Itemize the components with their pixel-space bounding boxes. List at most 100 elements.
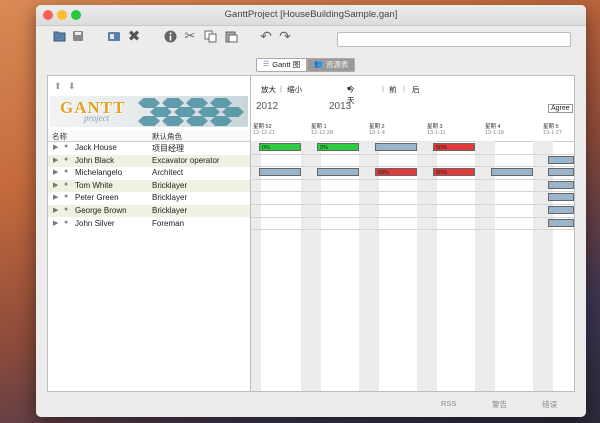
prev-button[interactable]: 前: [389, 84, 397, 95]
load-bar[interactable]: 0%: [317, 143, 359, 151]
load-bar[interactable]: [259, 168, 301, 177]
resource-chart-pane: 放大 | 缩小 今天 ▾ | 前 | 后 2012 2013 Agree 星期 …: [251, 76, 574, 391]
week-date: 12-12-21: [253, 130, 276, 136]
week-label: 星期 4: [485, 124, 501, 130]
resource-name: Jack House: [75, 143, 117, 152]
next-button[interactable]: 后: [412, 84, 420, 95]
main-frame: ⬆ ⬇ GANTT project 名称 默认角色 ▶ ● Jack House…: [47, 75, 575, 392]
redo-icon[interactable]: ↷: [278, 28, 292, 44]
week-label: 星期 3: [427, 124, 443, 130]
table-row[interactable]: ▶ ● John Black Excavator operator: [48, 154, 250, 167]
resource-name: Tom White: [75, 180, 113, 190]
table-row[interactable]: ▶ ● John Silver Foreman: [48, 218, 250, 230]
row-divider: [251, 178, 574, 180]
load-bar[interactable]: [375, 143, 417, 151]
row-divider: [251, 191, 574, 193]
bullet-icon: ●: [64, 218, 69, 226]
year-label-2012: 2012: [256, 101, 279, 112]
resource-name: George Brown: [75, 206, 127, 215]
resources-tab-icon: 👥: [314, 61, 323, 68]
load-bar[interactable]: 50%: [433, 168, 475, 177]
week-date: 13-1-18: [485, 130, 504, 136]
load-bar[interactable]: [548, 193, 574, 202]
bullet-icon: ●: [64, 168, 69, 176]
table-row[interactable]: ▶ ● Michelangelo Architect: [48, 167, 250, 179]
load-bar[interactable]: [548, 206, 574, 214]
move-down-icon[interactable]: ⬇: [68, 81, 76, 92]
expand-icon[interactable]: ▶: [53, 143, 58, 151]
errors-link[interactable]: 错误: [542, 399, 557, 410]
rss-link[interactable]: RSS: [441, 399, 456, 408]
load-bar[interactable]: [548, 218, 574, 227]
table-row[interactable]: ▶ ● Jack House 项目经理: [48, 142, 250, 154]
load-bar[interactable]: [548, 168, 574, 177]
resource-icon[interactable]: [107, 29, 121, 43]
load-bar[interactable]: [548, 155, 574, 164]
column-header-name[interactable]: 名称: [52, 131, 67, 142]
zoom-out-button[interactable]: 缩小: [287, 84, 302, 95]
bullet-icon: ●: [64, 206, 69, 213]
week-label: 星期 1: [311, 124, 327, 130]
resource-name: John Black: [75, 155, 115, 165]
agreement-label: Agree: [548, 104, 573, 113]
resource-role: Architect: [152, 168, 184, 178]
save-icon[interactable]: [71, 29, 85, 43]
today-button[interactable]: 今天 ▾: [347, 84, 355, 105]
load-bar[interactable]: 0%: [259, 143, 301, 151]
copy-icon[interactable]: [203, 29, 217, 43]
tab-resources-label: 资源表: [325, 60, 349, 69]
week-label: 星期 5: [543, 124, 559, 130]
delete-icon[interactable]: ✖: [127, 28, 141, 45]
table-row[interactable]: ▶ ● Tom White Bricklayer: [48, 179, 250, 192]
table-row[interactable]: ▶ ● George Brown Bricklayer: [48, 205, 250, 217]
row-divider: [251, 216, 574, 218]
row-divider: [251, 229, 574, 231]
info-icon[interactable]: [163, 29, 177, 43]
cut-icon[interactable]: ✂: [183, 28, 197, 43]
resource-role: 项目经理: [152, 144, 184, 153]
view-tabs: ☰ Gantt 图 👥 资源表: [256, 58, 356, 72]
load-bar[interactable]: 50%: [375, 168, 417, 177]
week-label: 星期 52: [253, 124, 272, 130]
row-divider: [251, 153, 574, 155]
tab-gantt[interactable]: ☰ Gantt 图: [256, 58, 308, 72]
year-label-2013: 2013: [329, 101, 352, 112]
load-bar[interactable]: [491, 168, 533, 177]
expand-icon[interactable]: ▶: [53, 219, 58, 227]
bullet-icon: ●: [64, 143, 69, 150]
paste-icon[interactable]: [224, 29, 238, 43]
expand-icon[interactable]: ▶: [53, 206, 58, 214]
load-bar[interactable]: 50%: [433, 143, 475, 151]
folder-open-icon[interactable]: [53, 29, 67, 43]
row-divider: [251, 204, 574, 205]
resource-table-pane: ⬆ ⬇ GANTT project 名称 默认角色 ▶ ● Jack House…: [48, 76, 251, 391]
resource-role: Foreman: [152, 218, 185, 228]
week-date: 12-12-28: [311, 130, 334, 136]
resource-role: Bricklayer: [152, 193, 188, 203]
resource-name: John Silver: [75, 218, 115, 228]
bullet-icon: ●: [64, 155, 69, 163]
expand-icon[interactable]: ▶: [53, 168, 58, 176]
row-divider: [251, 166, 574, 168]
warnings-link[interactable]: 警告: [492, 399, 507, 410]
resource-name: Michelangelo: [75, 168, 123, 178]
load-bar[interactable]: [548, 180, 574, 189]
week-date: 13-1-4: [369, 130, 385, 136]
move-up-icon[interactable]: ⬆: [54, 81, 62, 92]
load-bar[interactable]: [317, 168, 359, 177]
title-bar: GanttProject [HouseBuildingSample.gan]: [36, 5, 586, 26]
expand-icon[interactable]: ▶: [53, 193, 58, 201]
ganttproject-logo: GANTT project: [50, 96, 248, 127]
expand-icon[interactable]: ▶: [53, 156, 58, 164]
window-title: GanttProject [HouseBuildingSample.gan]: [224, 9, 398, 20]
week-label: 星期 2: [369, 124, 385, 130]
app-window: GanttProject [HouseBuildingSample.gan] ✖…: [36, 5, 586, 417]
undo-icon[interactable]: ↶: [259, 28, 273, 44]
tab-resources[interactable]: 👥 资源表: [307, 58, 356, 72]
table-row[interactable]: ▶ ● Peter Green Bricklayer: [48, 192, 250, 204]
expand-icon[interactable]: ▶: [53, 181, 58, 189]
table-header: 名称 默认角色: [48, 130, 250, 142]
column-header-role[interactable]: 默认角色: [152, 131, 182, 142]
zoom-in-button[interactable]: 放大: [261, 84, 276, 95]
search-input[interactable]: [337, 32, 571, 47]
